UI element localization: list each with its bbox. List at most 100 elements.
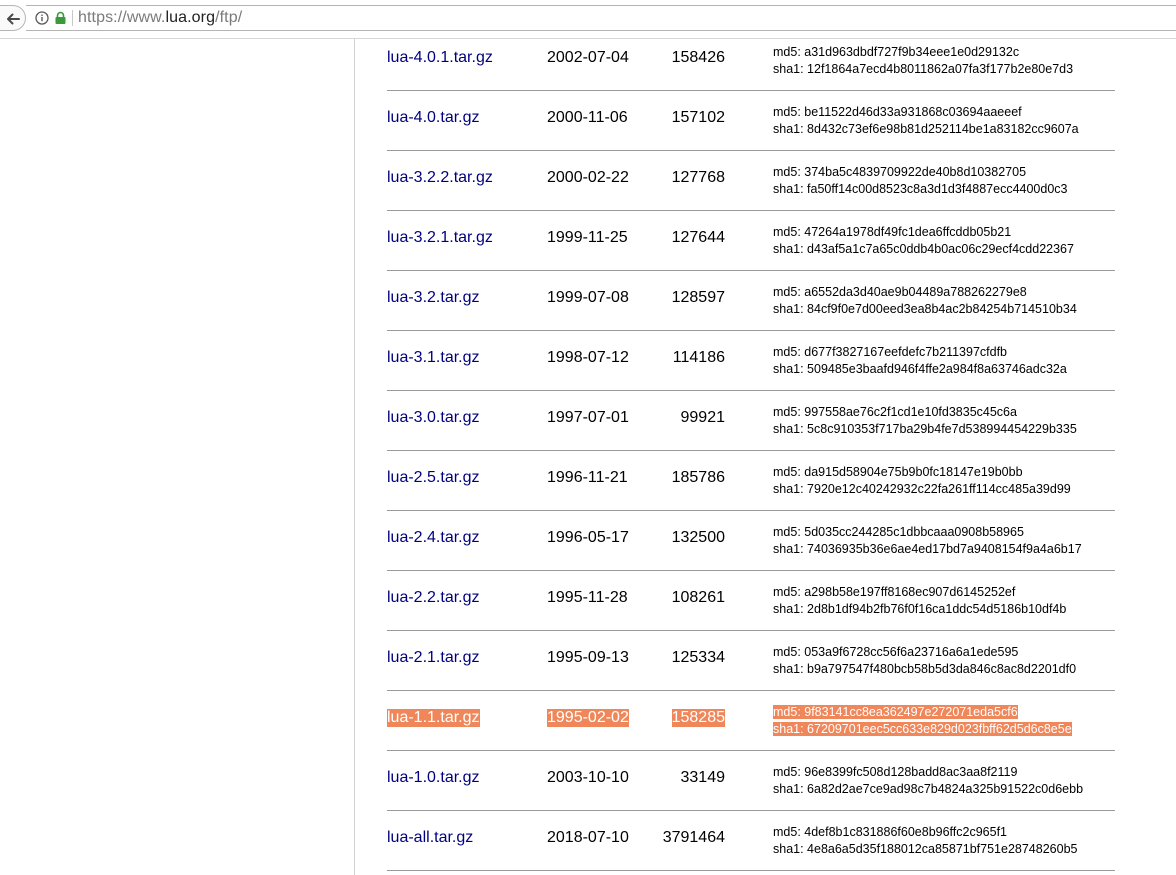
file-size: 158285 — [671, 709, 725, 727]
back-button[interactable] — [0, 5, 26, 31]
file-link[interactable]: lua-4.0.1.tar.gz — [387, 49, 493, 67]
lock-icon[interactable] — [54, 11, 67, 25]
md5-checksum: md5: 374ba5c4839709922de40b8d10382705 — [773, 165, 1027, 179]
sha1-checksum: sha1: 67209701eec5cc633e829d023fbff62d5d… — [773, 721, 1072, 736]
file-row: lua-1.0.tar.gz 2003-10-10 33149 md5: 96e839… — [387, 751, 1115, 811]
file-link[interactable]: lua-3.2.tar.gz — [387, 289, 480, 307]
file-checksums: md5: 9f83141cc8ea362497e272071eda5cf6 sha… — [773, 704, 1072, 737]
file-date: 1997-07-01 — [547, 409, 629, 426]
browser-toolbar: https://www.lua.org/ftp/ — [0, 0, 1176, 39]
md5-checksum: md5: da915d58904e75b9b0fc18147e19b0bb — [773, 465, 1023, 479]
file-link[interactable]: lua-3.2.1.tar.gz — [387, 229, 493, 247]
md5-checksum: md5: a298b58e197ff8168ec907d6145252ef — [773, 585, 1016, 599]
file-link[interactable]: lua-2.2.tar.gz — [387, 589, 480, 607]
file-size: 3791464 — [662, 829, 725, 846]
file-date: 1995-09-13 — [547, 649, 629, 666]
file-checksums: md5: a6552da3d40ae9b04489a788262279e8 sha… — [773, 284, 1077, 317]
file-date: 2002-07-04 — [547, 49, 629, 66]
file-link[interactable]: lua-2.4.tar.gz — [387, 529, 480, 547]
md5-checksum: md5: a31d963dbdf727f9b34eee1e0d29132c — [773, 45, 1020, 59]
file-row: lua-1.1.tar.gz 1995-02-02 158285 md5: 9f831… — [387, 691, 1115, 751]
file-size: 158426 — [671, 49, 725, 66]
sha1-checksum: sha1: 12f1864a7ecd4b8011862a07fa3f177b2e… — [773, 61, 1074, 76]
sha1-checksum: sha1: 8d432c73ef6e98b81d252114be1a83182c… — [773, 121, 1079, 136]
file-size: 132500 — [671, 529, 725, 546]
file-date: 2000-02-22 — [547, 169, 629, 186]
file-row: lua-4.0.1.tar.gz 2002-07-04 158426 md5: a31… — [387, 39, 1115, 91]
file-link[interactable]: lua-1.1.tar.gz — [387, 709, 480, 727]
file-date: 2000-11-06 — [547, 109, 628, 126]
file-link[interactable]: lua-3.0.tar.gz — [387, 409, 480, 427]
file-date: 1999-11-25 — [547, 229, 628, 246]
address-bar[interactable]: https://www.lua.org/ftp/ — [26, 5, 1176, 31]
file-date: 2018-07-10 — [547, 829, 629, 846]
file-link[interactable]: lua-3.1.tar.gz — [387, 349, 480, 367]
sha1-checksum: sha1: 7920e12c40242932c22fa261ff114cc485… — [773, 481, 1071, 496]
sha1-checksum: sha1: 509485e3baafd946f4ffe2a984f8a63746… — [773, 361, 1067, 376]
file-link[interactable]: lua-all.tar.gz — [387, 829, 473, 847]
file-checksums: md5: d677f3827167eefdefc7b211397cfdfb sha… — [773, 344, 1067, 377]
file-size: 185786 — [671, 469, 725, 486]
file-link[interactable]: lua-2.1.tar.gz — [387, 649, 480, 667]
sha1-checksum: sha1: 4e8a6a5d35f188012ca85871bf751e2874… — [773, 841, 1078, 856]
file-row: lua-2.4.tar.gz 1996-05-17 132500 md5: 5d035… — [387, 511, 1115, 571]
md5-checksum: md5: 9f83141cc8ea362497e272071eda5cf6 — [773, 705, 1018, 719]
file-size: 157102 — [671, 109, 725, 126]
file-checksums: md5: 997558ae76c2f1cd1e10fd3835c45c6a sha… — [773, 404, 1077, 437]
md5-checksum: md5: 4def8b1c831886f60e8b96ffc2c965f1 — [773, 825, 1007, 839]
file-date: 1998-07-12 — [547, 349, 629, 366]
file-row: lua-4.0.tar.gz 2000-11-06 157102 md5: be115… — [387, 91, 1115, 151]
file-link[interactable]: lua-3.2.2.tar.gz — [387, 169, 493, 187]
url-separator — [72, 10, 73, 26]
file-date: 1996-05-17 — [547, 529, 629, 546]
file-checksums: md5: 053a9f6728cc56f6a23716a6a1ede595 sha… — [773, 644, 1076, 677]
file-size: 125334 — [671, 649, 725, 666]
file-row: lua-3.1.tar.gz 1998-07-12 114186 md5: d677f… — [387, 331, 1115, 391]
file-size: 127768 — [671, 169, 725, 186]
sha1-checksum: sha1: fa50ff14c00d8523c8a3d1d3f4887ecc44… — [773, 181, 1068, 196]
md5-checksum: md5: 47264a1978df49fc1dea6ffcddb05b21 — [773, 225, 1012, 239]
md5-checksum: md5: 997558ae76c2f1cd1e10fd3835c45c6a — [773, 405, 1017, 419]
file-link[interactable]: lua-1.0.tar.gz — [387, 769, 480, 787]
file-checksums: md5: a31d963dbdf727f9b34eee1e0d29132c sha… — [773, 44, 1073, 77]
file-checksums: md5: 96e8399fc508d128badd8ac3aa8f2119 sha… — [773, 764, 1083, 797]
left-pane — [0, 39, 355, 875]
file-date: 1995-11-28 — [547, 589, 628, 606]
md5-checksum: md5: d677f3827167eefdefc7b211397cfdfb — [773, 345, 1007, 359]
file-size: 108261 — [671, 589, 725, 606]
file-size: 99921 — [680, 409, 726, 426]
file-row: lua-2.1.tar.gz 1995-09-13 125334 md5: 053a9… — [387, 631, 1115, 691]
file-date: 1999-07-08 — [547, 289, 629, 306]
md5-checksum: md5: 96e8399fc508d128badd8ac3aa8f2119 — [773, 765, 1018, 779]
file-checksums: md5: 5d035cc244285c1dbbcaaa0908b58965 sha… — [773, 524, 1082, 557]
file-row: lua-all.tar.gz 2018-07-10 3791464 md5: 4def… — [387, 811, 1115, 871]
sha1-checksum: sha1: d43af5a1c7a65c0ddb4b0ac06c29ecf4cd… — [773, 241, 1074, 256]
file-link[interactable]: lua-4.0.tar.gz — [387, 109, 480, 127]
md5-checksum: md5: 053a9f6728cc56f6a23716a6a1ede595 — [773, 645, 1019, 659]
file-size: 127644 — [671, 229, 725, 246]
file-row: lua-3.2.2.tar.gz 2000-02-22 127768 md5: 374… — [387, 151, 1115, 211]
url-prefix: https://www. — [78, 9, 166, 26]
file-date: 1995-02-02 — [547, 709, 629, 727]
file-link[interactable]: lua-2.5.tar.gz — [387, 469, 480, 487]
url-path: /ftp/ — [215, 9, 243, 26]
file-checksums: md5: 4def8b1c831886f60e8b96ffc2c965f1 sha… — [773, 824, 1077, 857]
file-row: lua-3.2.1.tar.gz 1999-11-25 127644 md5: 472… — [387, 211, 1115, 271]
file-checksums: md5: 47264a1978df49fc1dea6ffcddb05b21 sha… — [773, 224, 1074, 257]
file-row: lua-2.5.tar.gz 1996-11-21 185786 md5: da915… — [387, 451, 1115, 511]
file-date: 2003-10-10 — [547, 769, 629, 786]
url-text[interactable]: https://www.lua.org/ftp/ — [78, 9, 242, 27]
sha1-checksum: sha1: b9a797547f480bcb58b5d3da846c8ac8d2… — [773, 661, 1077, 676]
md5-checksum: md5: be11522d46d33a931868c03694aaeeef — [773, 105, 1022, 119]
file-size: 114186 — [672, 349, 725, 366]
sha1-checksum: sha1: 2d8b1df94b2fb76f0f16ca1ddc54d5186b… — [773, 601, 1067, 616]
info-icon[interactable] — [35, 11, 49, 25]
sha1-checksum: sha1: 6a82d2ae7ce9ad98c7b4824a325b91522c… — [773, 781, 1084, 796]
file-list: lua-4.0.1.tar.gz 2002-07-04 158426 md5: a31… — [387, 39, 1115, 871]
file-size: 33149 — [680, 769, 726, 786]
sha1-checksum: sha1: 84cf9f0e7d00eed3ea8b4ac2b84254b714… — [773, 301, 1077, 316]
file-row: lua-3.2.tar.gz 1999-07-08 128597 md5: a6552… — [387, 271, 1115, 331]
sha1-checksum: sha1: 5c8c910353f717ba29b4fe7d5389944542… — [773, 421, 1077, 436]
file-checksums: md5: be11522d46d33a931868c03694aaeeef sha… — [773, 104, 1079, 137]
md5-checksum: md5: a6552da3d40ae9b04489a788262279e8 — [773, 285, 1027, 299]
